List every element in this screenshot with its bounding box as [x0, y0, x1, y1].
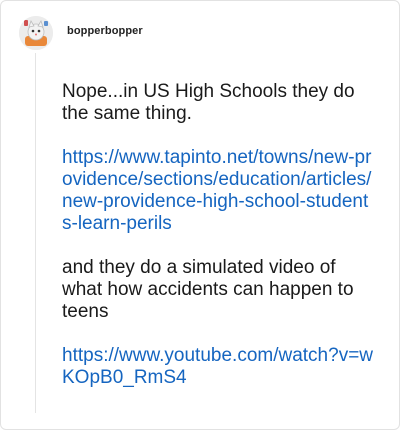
- post-paragraph: and they do a simulated video of what ho…: [62, 257, 354, 322]
- post-paragraph: Nope...in US High Schools they do the sa…: [62, 81, 355, 124]
- post-body: Nope...in US High Schools they do the sa…: [62, 81, 374, 411]
- tapinto-article-link[interactable]: https://www.tapinto.net/towns/new-provid…: [62, 147, 374, 235]
- thread-line: [35, 53, 36, 413]
- avatar[interactable]: [19, 16, 53, 50]
- cat-avatar-icon: [19, 16, 53, 50]
- youtube-video-link[interactable]: https://www.youtube.com/watch?v=wKOpB0_R…: [62, 345, 374, 389]
- post-header: bopperbopper: [19, 16, 143, 50]
- post-card: bopperbopper Nope...in US High Schools t…: [0, 0, 400, 430]
- username[interactable]: bopperbopper: [67, 25, 143, 37]
